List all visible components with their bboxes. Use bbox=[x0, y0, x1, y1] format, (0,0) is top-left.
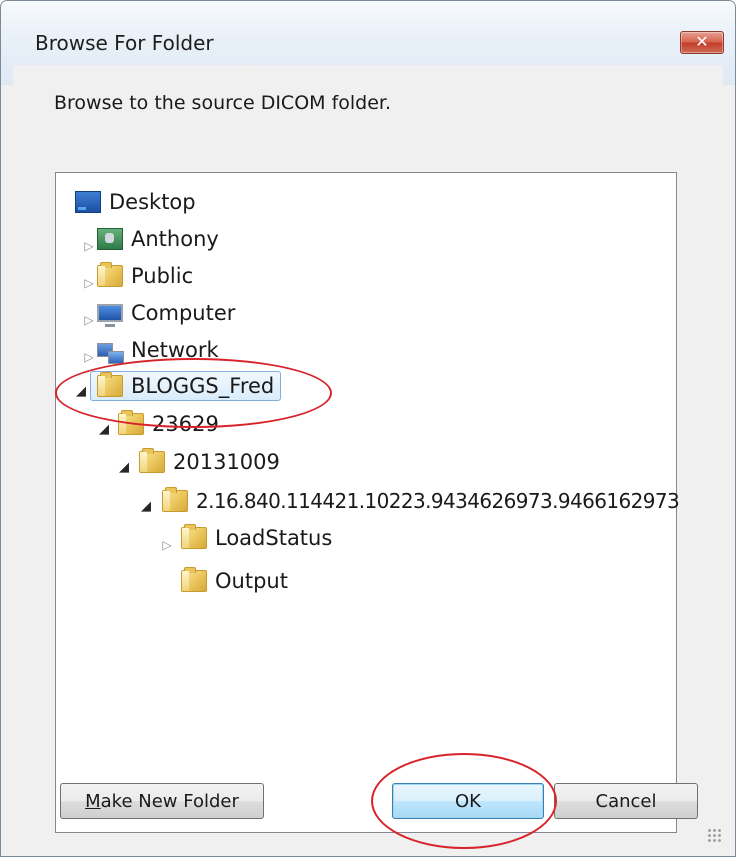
network-icon bbox=[97, 343, 124, 364]
tree-item-label: Computer bbox=[131, 301, 236, 325]
tree-item-anthony[interactable]: Anthony bbox=[97, 224, 219, 254]
make-new-folder-button[interactable]: Make New Folder bbox=[60, 783, 264, 819]
tree-item-label: Output bbox=[215, 569, 288, 593]
ok-button[interactable]: OK bbox=[392, 783, 544, 819]
tree-item-loadstatus[interactable]: LoadStatus bbox=[181, 523, 332, 553]
expand-arrow-icon[interactable]: ▷ bbox=[160, 538, 174, 552]
tree-item-20131009[interactable]: 20131009 bbox=[139, 447, 280, 477]
tree-item-bloggs-fred[interactable]: BLOGGS_Fred bbox=[90, 371, 282, 401]
collapse-arrow-icon[interactable]: ◢ bbox=[139, 500, 153, 514]
tree-item-label: Desktop bbox=[109, 190, 196, 214]
expand-arrow-icon[interactable]: ▷ bbox=[82, 276, 96, 290]
tree-item-label: LoadStatus bbox=[215, 526, 333, 550]
resize-grip[interactable] bbox=[707, 828, 721, 842]
close-icon: ✕ bbox=[695, 32, 709, 51]
collapse-arrow-icon[interactable]: ◢ bbox=[97, 423, 111, 437]
tree-item-label: Public bbox=[131, 264, 194, 288]
button-label: OK bbox=[455, 790, 481, 812]
folder-tree[interactable]: Desktop ▷ Anthony ▷ Public ▷ Computer ▷ … bbox=[55, 172, 680, 833]
tree-item-desktop[interactable]: Desktop bbox=[75, 187, 196, 217]
tree-item-23629[interactable]: 23629 bbox=[118, 409, 219, 439]
cancel-button[interactable]: Cancel bbox=[554, 783, 698, 819]
folder-icon bbox=[97, 372, 123, 397]
expand-arrow-icon[interactable]: ▷ bbox=[82, 313, 96, 327]
expand-arrow-icon[interactable]: ▷ bbox=[82, 350, 96, 364]
computer-icon bbox=[97, 304, 123, 327]
tree-item-label: 2.16.840.114421.10223.9434626973.9466162… bbox=[196, 489, 680, 513]
tree-item-label: 20131009 bbox=[173, 450, 280, 474]
folder-icon bbox=[162, 487, 188, 512]
tree-item-study-uid[interactable]: 2.16.840.114421.10223.9434626973.9466162… bbox=[162, 486, 680, 516]
collapse-arrow-icon[interactable]: ◢ bbox=[74, 385, 88, 399]
tree-item-output[interactable]: Output bbox=[181, 566, 288, 596]
tree-item-label: BLOGGS_Fred bbox=[131, 374, 275, 398]
mnemonic-letter: M bbox=[85, 790, 101, 812]
close-button[interactable]: ✕ bbox=[680, 31, 724, 54]
tree-item-public[interactable]: Public bbox=[97, 261, 193, 291]
tree-item-label: 23629 bbox=[152, 412, 219, 436]
user-folder-icon bbox=[97, 228, 123, 250]
collapse-arrow-icon[interactable]: ◢ bbox=[117, 461, 131, 475]
button-label: ake New Folder bbox=[100, 790, 239, 812]
browse-for-folder-dialog: Browse For Folder ✕ Browse to the source… bbox=[0, 0, 736, 857]
desktop-icon bbox=[75, 191, 101, 213]
tree-item-label: Network bbox=[131, 338, 219, 362]
expand-arrow-icon[interactable]: ▷ bbox=[82, 239, 96, 253]
folder-icon bbox=[181, 567, 207, 592]
dialog-title: Browse For Folder bbox=[35, 31, 214, 55]
instruction-text: Browse to the source DICOM folder. bbox=[54, 92, 392, 114]
folder-icon bbox=[139, 448, 165, 473]
button-label: Cancel bbox=[595, 790, 657, 812]
folder-icon bbox=[118, 410, 144, 435]
tree-item-network[interactable]: Network bbox=[97, 335, 219, 365]
folder-icon bbox=[181, 524, 207, 549]
folder-icon bbox=[97, 262, 123, 287]
tree-item-computer[interactable]: Computer bbox=[97, 298, 235, 328]
tree-item-label: Anthony bbox=[131, 227, 219, 251]
selection-highlight: BLOGGS_Fred bbox=[90, 371, 282, 401]
